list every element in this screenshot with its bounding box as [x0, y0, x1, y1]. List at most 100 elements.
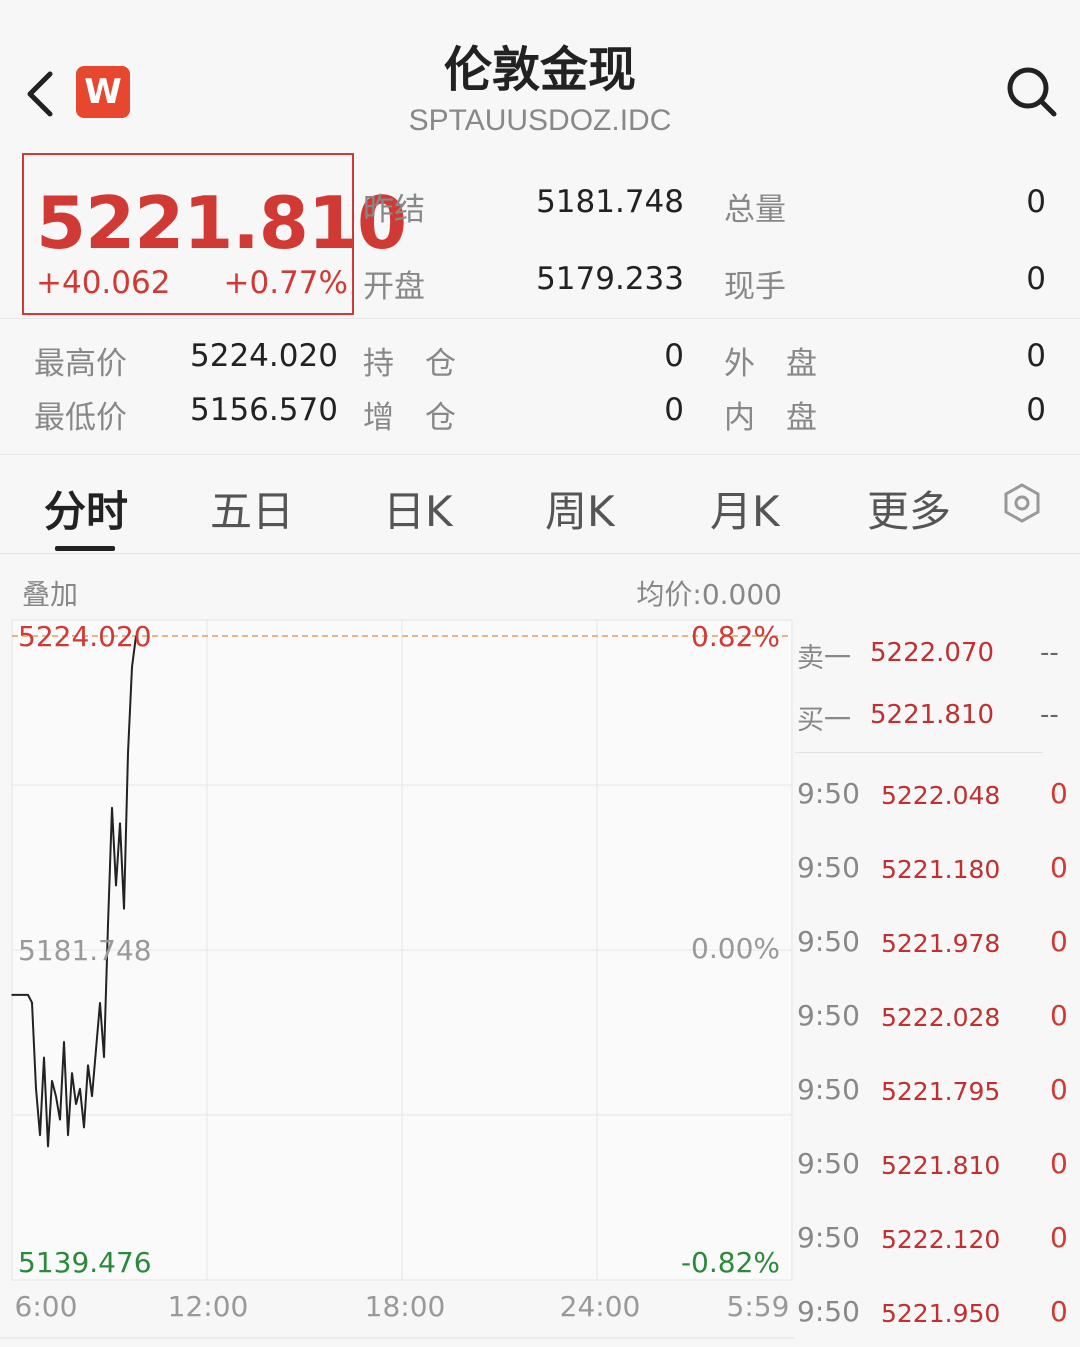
- trade-price: 5221.795: [881, 1077, 1001, 1106]
- buy1-label: 买一: [797, 705, 851, 736]
- trade-volume: 0: [1050, 1221, 1068, 1254]
- price-change-pct: +0.77%: [223, 265, 348, 301]
- price-point: [119, 822, 121, 824]
- price-point: [47, 1145, 49, 1148]
- price-point: [75, 1103, 77, 1105]
- open-value: 5179.233: [536, 261, 684, 297]
- trade-volume: 0: [1050, 777, 1068, 810]
- price-point: [87, 1064, 89, 1066]
- trade-time: 9:50: [797, 851, 860, 884]
- outer-label: 外 盘: [724, 346, 817, 382]
- trade-price: 5221.978: [881, 929, 1001, 958]
- price-point: [111, 806, 113, 809]
- tab-monthly-k[interactable]: 月K: [710, 478, 780, 539]
- trade-volume: 0: [1050, 925, 1068, 958]
- price-point: [95, 1048, 97, 1051]
- total-volume-value: 0: [1026, 184, 1046, 220]
- trade-time: 9:50: [797, 1073, 860, 1106]
- divider: [795, 752, 1043, 753]
- trade-time: 9:50: [797, 1221, 860, 1254]
- price-point: [127, 752, 129, 754]
- price-point: [107, 923, 109, 926]
- settings-hexagon-icon: [1004, 483, 1040, 523]
- search-button[interactable]: [1004, 64, 1060, 120]
- price-point: [99, 1001, 101, 1004]
- trade-time: 9:50: [797, 777, 860, 810]
- price-point: [123, 908, 125, 910]
- open-label: 开盘: [363, 269, 425, 305]
- price-point: [59, 1119, 61, 1121]
- price-point: [55, 1095, 57, 1098]
- trade-time: 9:50: [797, 999, 860, 1032]
- tab-weekly-k[interactable]: 周K: [545, 478, 615, 539]
- outer-value: 0: [1026, 338, 1046, 374]
- price-point: [103, 1056, 105, 1059]
- price-point: [67, 1134, 69, 1137]
- position-change-label: 增 仓: [363, 400, 456, 436]
- price-point: [15, 994, 17, 996]
- y-axis-label-left: 5139.476: [18, 1246, 152, 1279]
- x-axis-label: 6:00: [15, 1290, 78, 1323]
- intraday-chart[interactable]: 5224.020 5181.748 5139.476 0.82% 0.00% -0.82%…: [0, 610, 795, 1347]
- current-hand-label: 现手: [724, 269, 786, 305]
- x-axis-label: 18:00: [365, 1290, 446, 1323]
- y-axis-label-left: 5181.748: [18, 934, 152, 967]
- prev-close-value: 5181.748: [536, 184, 684, 220]
- tab-daily-k[interactable]: 日K: [383, 478, 453, 539]
- x-axis-label: 12:00: [168, 1290, 249, 1323]
- price-point: [79, 1087, 81, 1090]
- trade-price: 5221.810: [881, 1151, 1001, 1180]
- prev-close-label: 昨结: [363, 192, 425, 228]
- price-point: [31, 1001, 33, 1004]
- price-point: [115, 884, 117, 887]
- tab-five-day[interactable]: 五日: [210, 478, 294, 539]
- trade-volume: 0: [1050, 1073, 1068, 1106]
- price-point: [11, 994, 13, 996]
- total-volume-label: 总量: [724, 192, 786, 228]
- trade-volume: 0: [1050, 999, 1068, 1032]
- trade-volume: 0: [1050, 1295, 1068, 1328]
- instrument-code: SPTAUUSDOZ.IDC: [408, 104, 672, 137]
- trade-price: 5221.180: [881, 855, 1001, 884]
- tab-intraday[interactable]: 分时: [44, 478, 128, 539]
- low-value: 5156.570: [190, 392, 338, 428]
- price-change: +40.062: [36, 265, 171, 301]
- divider: [0, 318, 1080, 319]
- tab-more[interactable]: 更多: [867, 478, 951, 539]
- inner-value: 0: [1026, 392, 1046, 428]
- overlay-button[interactable]: 叠加: [22, 573, 78, 613]
- price-point: [51, 1079, 53, 1082]
- trade-price: 5222.048: [881, 781, 1001, 810]
- price-point: [27, 994, 29, 996]
- price-point: [83, 1126, 85, 1129]
- x-axis-label: 24:00: [560, 1290, 641, 1323]
- trade-volume: 0: [1050, 1147, 1068, 1180]
- y-axis-label-left: 5224.020: [18, 620, 152, 653]
- price-point: [19, 994, 21, 996]
- sell1-volume: --: [1040, 638, 1059, 668]
- price-point: [91, 1095, 93, 1098]
- buy1-volume: --: [1040, 700, 1059, 730]
- buy1-price: 5221.810: [870, 700, 995, 730]
- chart-settings-button[interactable]: [1000, 481, 1044, 525]
- trade-volume: 0: [1050, 851, 1068, 884]
- x-axis-label: 5:59: [727, 1290, 790, 1323]
- price-point: [43, 1056, 45, 1059]
- high-value: 5224.020: [190, 338, 338, 374]
- price-point: [131, 666, 133, 668]
- trade-time: 9:50: [797, 1147, 860, 1180]
- page-title: 伦敦金现: [443, 42, 636, 98]
- trade-price: 5222.120: [881, 1225, 1001, 1254]
- position-label: 持 仓: [363, 346, 456, 382]
- last-price: 5221.810: [36, 181, 407, 265]
- position-change-value: 0: [664, 392, 684, 428]
- trade-time: 9:50: [797, 1295, 860, 1328]
- trade-price: 5221.950: [881, 1299, 1001, 1328]
- y-axis-label-right: 0.82%: [691, 620, 780, 653]
- divider: [0, 553, 1080, 554]
- price-point: [39, 1134, 41, 1137]
- price-point: [35, 1087, 37, 1090]
- average-price-label: 均价:0.000: [636, 578, 782, 611]
- position-value: 0: [664, 338, 684, 374]
- search-icon: [1007, 67, 1057, 117]
